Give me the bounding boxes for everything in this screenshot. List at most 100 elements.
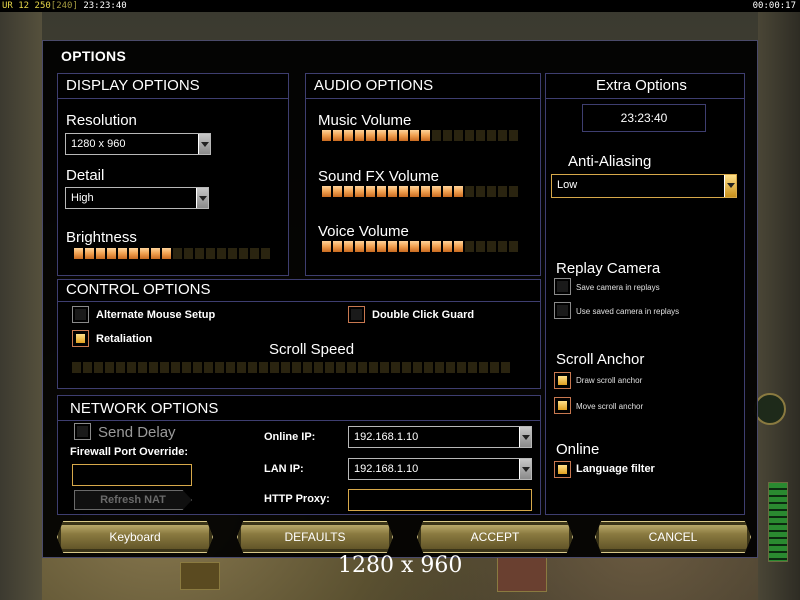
slider-segment[interactable] — [465, 130, 474, 141]
chevron-down-icon[interactable] — [519, 459, 531, 479]
voice-volume-slider[interactable] — [322, 241, 518, 252]
retaliation-checkbox[interactable] — [72, 330, 89, 347]
slider-segment[interactable] — [85, 248, 94, 259]
slider-segment[interactable] — [380, 362, 389, 373]
slider-segment[interactable] — [322, 186, 331, 197]
slider-segment[interactable] — [399, 241, 408, 252]
slider-segment[interactable] — [217, 248, 226, 259]
slider-segment[interactable] — [228, 248, 237, 259]
slider-segment[interactable] — [509, 241, 518, 252]
slider-segment[interactable] — [399, 130, 408, 141]
slider-segment[interactable] — [138, 362, 147, 373]
slider-segment[interactable] — [410, 186, 419, 197]
double-click-guard-checkbox[interactable] — [348, 306, 365, 323]
slider-segment[interactable] — [347, 362, 356, 373]
language-filter-checkbox[interactable] — [554, 461, 571, 478]
slider-segment[interactable] — [432, 130, 441, 141]
slider-segment[interactable] — [127, 362, 136, 373]
slider-segment[interactable] — [454, 130, 463, 141]
chevron-down-icon[interactable] — [519, 427, 531, 447]
save-camera-checkbox[interactable] — [554, 278, 571, 295]
firewall-port-input[interactable] — [72, 464, 192, 486]
slider-segment[interactable] — [457, 362, 466, 373]
slider-segment[interactable] — [468, 362, 477, 373]
chevron-down-icon[interactable] — [198, 134, 210, 154]
slider-segment[interactable] — [391, 362, 400, 373]
slider-segment[interactable] — [490, 362, 499, 373]
slider-segment[interactable] — [421, 186, 430, 197]
slider-segment[interactable] — [377, 241, 386, 252]
slider-segment[interactable] — [105, 362, 114, 373]
slider-segment[interactable] — [421, 130, 430, 141]
slider-segment[interactable] — [237, 362, 246, 373]
slider-segment[interactable] — [250, 248, 259, 259]
slider-segment[interactable] — [487, 130, 496, 141]
slider-segment[interactable] — [206, 248, 215, 259]
slider-segment[interactable] — [443, 130, 452, 141]
brightness-slider[interactable] — [74, 248, 270, 259]
slider-segment[interactable] — [424, 362, 433, 373]
slider-segment[interactable] — [465, 186, 474, 197]
slider-segment[interactable] — [402, 362, 411, 373]
slider-segment[interactable] — [435, 362, 444, 373]
accept-button[interactable]: ACCEPT — [417, 521, 573, 553]
slider-segment[interactable] — [182, 362, 191, 373]
slider-segment[interactable] — [355, 186, 364, 197]
slider-segment[interactable] — [270, 362, 279, 373]
slider-segment[interactable] — [184, 248, 193, 259]
slider-segment[interactable] — [446, 362, 455, 373]
slider-segment[interactable] — [72, 362, 81, 373]
slider-segment[interactable] — [333, 186, 342, 197]
slider-segment[interactable] — [498, 130, 507, 141]
slider-segment[interactable] — [498, 186, 507, 197]
slider-segment[interactable] — [487, 186, 496, 197]
slider-segment[interactable] — [432, 186, 441, 197]
slider-segment[interactable] — [509, 186, 518, 197]
slider-segment[interactable] — [333, 241, 342, 252]
slider-segment[interactable] — [292, 362, 301, 373]
slider-segment[interactable] — [259, 362, 268, 373]
slider-segment[interactable] — [171, 362, 180, 373]
draw-scroll-anchor-checkbox[interactable] — [554, 372, 571, 389]
slider-segment[interactable] — [366, 186, 375, 197]
slider-segment[interactable] — [358, 362, 367, 373]
slider-segment[interactable] — [509, 130, 518, 141]
detail-dropdown[interactable]: High — [65, 187, 209, 209]
slider-segment[interactable] — [479, 362, 488, 373]
scroll-speed-slider[interactable] — [72, 362, 510, 373]
slider-segment[interactable] — [314, 362, 323, 373]
slider-segment[interactable] — [129, 248, 138, 259]
slider-segment[interactable] — [96, 248, 105, 259]
slider-segment[interactable] — [107, 248, 116, 259]
slider-segment[interactable] — [325, 362, 334, 373]
slider-segment[interactable] — [116, 362, 125, 373]
send-delay-checkbox[interactable] — [74, 423, 91, 440]
slider-segment[interactable] — [476, 186, 485, 197]
resolution-dropdown[interactable]: 1280 x 960 — [65, 133, 211, 155]
alternate-mouse-checkbox[interactable] — [72, 306, 89, 323]
slider-segment[interactable] — [281, 362, 290, 373]
slider-segment[interactable] — [322, 130, 331, 141]
music-volume-slider[interactable] — [322, 130, 518, 141]
slider-segment[interactable] — [151, 248, 160, 259]
slider-segment[interactable] — [215, 362, 224, 373]
slider-segment[interactable] — [432, 241, 441, 252]
slider-segment[interactable] — [173, 248, 182, 259]
slider-segment[interactable] — [413, 362, 422, 373]
keyboard-button[interactable]: Keyboard — [57, 521, 213, 553]
cancel-button[interactable]: CANCEL — [595, 521, 751, 553]
sound-fx-volume-slider[interactable] — [322, 186, 518, 197]
slider-segment[interactable] — [377, 130, 386, 141]
slider-segment[interactable] — [498, 241, 507, 252]
chevron-down-icon[interactable] — [196, 188, 208, 208]
slider-segment[interactable] — [366, 130, 375, 141]
slider-segment[interactable] — [476, 241, 485, 252]
slider-segment[interactable] — [410, 241, 419, 252]
slider-segment[interactable] — [118, 248, 127, 259]
slider-segment[interactable] — [355, 130, 364, 141]
slider-segment[interactable] — [344, 186, 353, 197]
move-scroll-anchor-checkbox[interactable] — [554, 397, 571, 414]
slider-segment[interactable] — [388, 130, 397, 141]
slider-segment[interactable] — [421, 241, 430, 252]
online-ip-dropdown[interactable]: 192.168.1.10 — [348, 426, 532, 448]
